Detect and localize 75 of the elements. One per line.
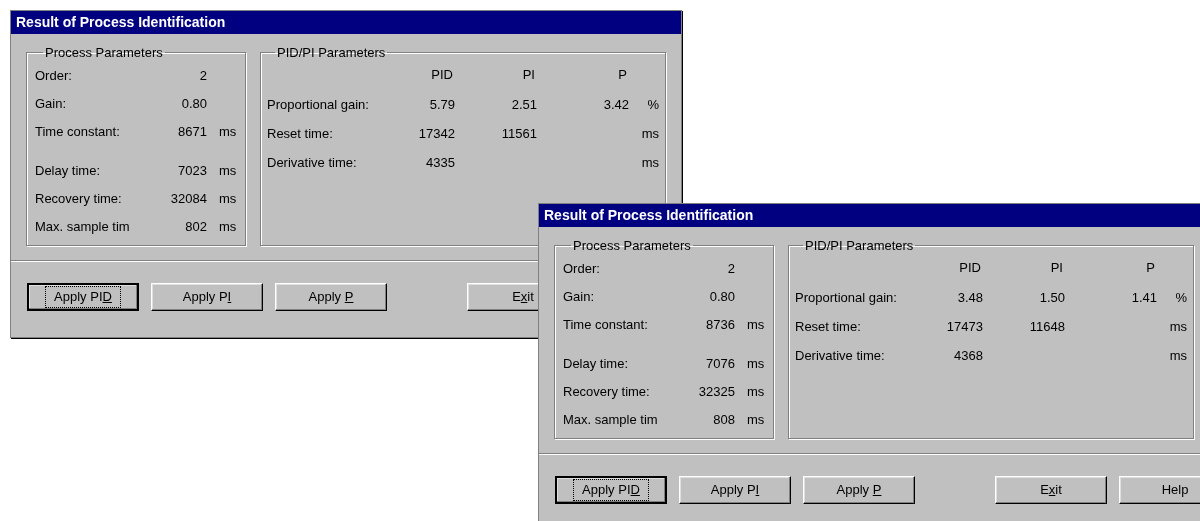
unit-label: % bbox=[647, 97, 659, 112]
parameter-value: 32325 bbox=[697, 383, 735, 401]
parameter-value: 17342 bbox=[418, 126, 455, 141]
parameter-label: Order: bbox=[35, 67, 73, 85]
column-header: PI bbox=[1049, 259, 1064, 277]
parameter-value: 802 bbox=[184, 218, 207, 236]
dialog-button[interactable]: Apply PI bbox=[151, 283, 263, 311]
parameter-value: 1.50 bbox=[1039, 290, 1065, 305]
dialog-button[interactable]: Apply P bbox=[803, 476, 915, 504]
parameter-label: Recovery time: bbox=[35, 190, 123, 208]
parameter-label: Time constant: bbox=[563, 316, 649, 334]
parameter-label: Derivative time: bbox=[795, 347, 886, 365]
unit-label: ms bbox=[219, 191, 237, 206]
dialog-button[interactable]: Exit bbox=[995, 476, 1107, 504]
unit-label: ms bbox=[747, 412, 765, 427]
parameter-label: Order: bbox=[563, 260, 601, 278]
parameter-value: 2 bbox=[726, 260, 735, 278]
column-header: P bbox=[617, 66, 628, 84]
parameter-value: 5.79 bbox=[429, 97, 455, 112]
parameter-value: 11648 bbox=[1029, 319, 1065, 334]
unit-label: ms bbox=[747, 356, 765, 371]
unit-label: % bbox=[1175, 290, 1187, 305]
parameter-label: Derivative time: bbox=[267, 154, 358, 172]
group-title: PID/PI Parameters bbox=[804, 239, 915, 252]
group-title: PID/PI Parameters bbox=[276, 46, 387, 59]
parameter-value: 7076 bbox=[705, 355, 735, 373]
unit-label: ms bbox=[1169, 319, 1187, 334]
group-title: Process Parameters bbox=[572, 239, 692, 252]
parameter-value: 3.48 bbox=[957, 290, 983, 305]
parameter-value: 17473 bbox=[946, 319, 983, 334]
parameter-label: Gain: bbox=[35, 95, 68, 113]
column-header: PI bbox=[521, 66, 536, 84]
unit-label: ms bbox=[219, 124, 237, 139]
parameter-label: Reset time: bbox=[795, 318, 862, 336]
column-header: PID bbox=[430, 66, 454, 84]
parameter-label: Max. sample tim bbox=[35, 218, 131, 236]
parameter-label: Delay time: bbox=[35, 162, 102, 180]
parameter-label: Proportional gain: bbox=[795, 289, 898, 307]
dialog-button[interactable]: Apply PID bbox=[27, 283, 139, 311]
parameter-value: 4335 bbox=[426, 155, 455, 170]
parameter-label: Max. sample tim bbox=[563, 411, 659, 429]
dialog-button[interactable]: Apply P bbox=[275, 283, 387, 311]
parameter-value: 808 bbox=[712, 411, 735, 429]
parameter-value: 1.41 bbox=[1131, 290, 1157, 305]
unit-label: ms bbox=[219, 163, 237, 178]
column-header: P bbox=[1145, 259, 1156, 277]
parameter-label: Recovery time: bbox=[563, 383, 651, 401]
group-title: Process Parameters bbox=[44, 46, 164, 59]
parameter-value: 4368 bbox=[954, 348, 983, 363]
parameter-value: 7023 bbox=[177, 162, 207, 180]
parameter-value: 0.80 bbox=[180, 95, 207, 113]
parameter-value: 11561 bbox=[501, 126, 537, 141]
window-title: Result of Process Identification bbox=[16, 13, 226, 32]
parameter-label: Delay time: bbox=[563, 355, 630, 373]
dialog-button[interactable]: Help bbox=[1119, 476, 1200, 504]
parameter-label: Time constant: bbox=[35, 123, 121, 141]
parameter-value: 2.51 bbox=[511, 97, 537, 112]
dialog-button[interactable]: Apply PI bbox=[679, 476, 791, 504]
parameter-value: 32084 bbox=[169, 190, 207, 208]
parameter-label: Reset time: bbox=[267, 125, 334, 143]
window-title: Result of Process Identification bbox=[544, 206, 754, 225]
column-header: PID bbox=[958, 259, 982, 277]
parameter-value: 2 bbox=[198, 67, 207, 85]
parameter-value: 8736 bbox=[705, 316, 735, 334]
unit-label: ms bbox=[747, 317, 765, 332]
dialog-button[interactable]: Apply PID bbox=[555, 476, 667, 504]
parameter-value: 3.42 bbox=[603, 97, 629, 112]
unit-label: ms bbox=[641, 126, 659, 141]
unit-label: ms bbox=[641, 155, 659, 170]
unit-label: ms bbox=[219, 219, 237, 234]
parameter-value: 8671 bbox=[177, 123, 207, 141]
parameter-label: Proportional gain: bbox=[267, 96, 370, 114]
parameter-value: 0.80 bbox=[708, 288, 735, 306]
unit-label: ms bbox=[1169, 348, 1187, 363]
unit-label: ms bbox=[747, 384, 765, 399]
